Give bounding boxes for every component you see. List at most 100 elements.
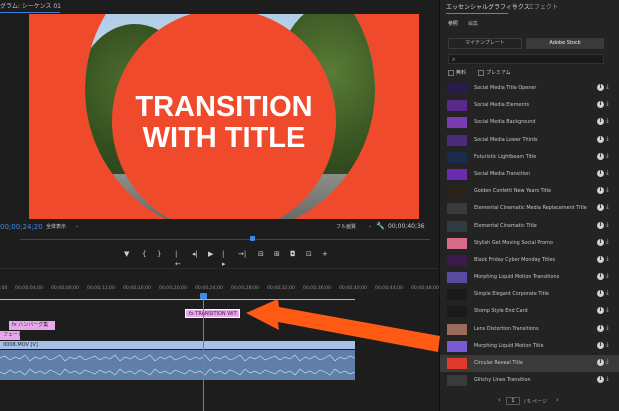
mark-out-icon[interactable]: } <box>157 249 161 259</box>
download-icon[interactable]: ⤓ <box>606 221 609 229</box>
info-icon[interactable]: i <box>597 221 604 229</box>
add-marker-icon[interactable]: ▼ <box>124 249 129 259</box>
template-list-item[interactable]: Circular Reveal Title i ⤓ <box>440 355 619 373</box>
download-icon[interactable]: ⤓ <box>606 306 609 314</box>
chevron-down-icon[interactable]: ⌄ <box>368 223 372 229</box>
info-icon[interactable]: i <box>597 169 604 177</box>
tab-browse[interactable]: 参照 <box>448 20 458 27</box>
download-icon[interactable]: ⤓ <box>606 375 609 383</box>
download-icon[interactable]: ⤓ <box>606 272 609 280</box>
template-list-item[interactable]: Black Friday Cyber Monday Titles i ⤓ <box>440 252 619 269</box>
zoom-fit-select[interactable]: 全体表示 <box>46 223 66 230</box>
template-thumbnail[interactable] <box>447 203 467 215</box>
info-icon[interactable]: i <box>597 273 604 281</box>
download-icon[interactable]: ⤓ <box>606 117 609 125</box>
template-thumbnail[interactable] <box>447 272 467 284</box>
premium-filter-checkbox[interactable]: プレミアム <box>478 69 511 76</box>
template-thumbnail[interactable] <box>447 186 467 198</box>
template-list-item[interactable]: Social Media Title Opener i ⤓ <box>440 80 619 97</box>
step-back-icon[interactable]: ◂| <box>192 249 198 259</box>
go-to-out-icon[interactable]: →| <box>238 249 246 259</box>
download-icon[interactable]: ⤓ <box>606 341 609 349</box>
timeline-playhead[interactable] <box>200 293 207 299</box>
template-thumbnail[interactable] <box>447 340 467 352</box>
tab-edit[interactable]: 編集 <box>468 20 478 27</box>
download-icon[interactable]: ⤓ <box>606 324 609 332</box>
go-to-in-icon[interactable]: |← <box>175 249 181 269</box>
adobe-stock-button[interactable]: Adobe Stock <box>526 38 604 49</box>
lift-icon[interactable]: ⊟ <box>258 249 264 259</box>
current-timecode[interactable]: 00;00;24;20 <box>0 223 43 231</box>
download-icon[interactable]: ⤓ <box>606 358 609 366</box>
download-icon[interactable]: ⤓ <box>606 83 609 91</box>
template-list-item[interactable]: Lens Distortion Transitions i ⤓ <box>440 321 619 338</box>
page-number-input[interactable]: 1 <box>506 397 520 405</box>
template-list-item[interactable]: Morphing Liquid Motion Title i ⤓ <box>440 338 619 355</box>
template-list-item[interactable]: Stylish Get Moving Social Promo i ⤓ <box>440 235 619 252</box>
template-thumbnail[interactable] <box>447 220 467 232</box>
template-list-item[interactable]: Golden Confetti New Years Title i ⤓ <box>440 183 619 200</box>
info-icon[interactable]: i <box>597 255 604 263</box>
graphic-clip-small[interactable]: フェードン <box>0 331 20 340</box>
download-icon[interactable]: ⤓ <box>606 203 609 211</box>
template-thumbnail[interactable] <box>447 83 467 94</box>
previous-page-icon[interactable]: ‹ <box>498 396 501 404</box>
graphic-clip-hamburg[interactable]: fx ハンバーグ集 <box>9 321 55 330</box>
template-thumbnail[interactable] <box>447 151 467 163</box>
download-icon[interactable]: ⤓ <box>606 169 609 177</box>
timeline-ruler[interactable]: ;00 00;00;04;00 00;00;08;00 00;00;12;00 … <box>0 283 439 295</box>
template-thumbnail[interactable] <box>447 254 467 266</box>
template-thumbnail[interactable] <box>447 237 467 249</box>
download-icon[interactable]: ⤓ <box>606 100 609 108</box>
template-list-item[interactable]: Elemental Cinematic Media Replacement Ti… <box>440 200 619 217</box>
info-icon[interactable]: i <box>597 238 604 246</box>
template-list-item[interactable]: Futuristic Lightbeam Title i ⤓ <box>440 149 619 166</box>
template-list-item[interactable]: Social Media Background i ⤓ <box>440 114 619 131</box>
template-thumbnail[interactable] <box>447 323 467 335</box>
template-thumbnail[interactable] <box>447 289 467 301</box>
program-scrubber[interactable] <box>0 236 437 242</box>
template-list-item[interactable]: Social Media Lower Thirds i ⤓ <box>440 132 619 149</box>
program-monitor-title[interactable]: グラム: シーケンス 01 <box>0 1 61 10</box>
info-icon[interactable]: i <box>597 135 604 143</box>
panel-menu-icon[interactable]: ≡ <box>512 2 517 9</box>
free-filter-checkbox[interactable]: 無料 <box>448 69 466 76</box>
next-page-icon[interactable]: › <box>556 396 559 404</box>
essential-graphics-tab[interactable]: エッセンシャルグラフィックス <box>446 2 530 11</box>
info-icon[interactable]: i <box>597 341 604 349</box>
template-list-item[interactable]: Morphing Liquid Motion Transitions i ⤓ <box>440 269 619 286</box>
download-icon[interactable]: ⤓ <box>606 135 609 143</box>
template-thumbnail[interactable] <box>447 375 467 387</box>
template-list-item[interactable]: Stomp Style End Card i ⤓ <box>440 303 619 320</box>
template-thumbnail[interactable] <box>447 168 467 180</box>
template-list-item[interactable]: Social Media Elements i ⤓ <box>440 97 619 114</box>
effects-tab[interactable]: エフェクト <box>528 2 558 11</box>
playback-quality-select[interactable]: フル画質 <box>336 223 356 230</box>
graphic-clip-transition-title[interactable]: fx TRANSITION WIT <box>185 309 240 318</box>
extract-icon[interactable]: ⊞ <box>274 249 280 259</box>
download-icon[interactable]: ⤓ <box>606 289 609 297</box>
step-forward-icon[interactable]: |▸ <box>222 249 226 269</box>
template-list-item[interactable]: Glitchy Lines Transition i ⤓ <box>440 372 619 389</box>
timeline-playhead-line[interactable] <box>203 294 204 411</box>
info-icon[interactable]: i <box>597 324 604 332</box>
wrench-icon[interactable]: 🔧 <box>376 222 385 230</box>
info-icon[interactable]: i <box>597 204 604 212</box>
info-icon[interactable]: i <box>597 84 604 91</box>
comparison-view-icon[interactable]: ⊡ <box>306 249 312 259</box>
video-clip[interactable]: 0008.MOV [V] <box>0 341 355 349</box>
info-icon[interactable]: i <box>597 152 604 160</box>
info-icon[interactable]: i <box>597 359 604 366</box>
template-thumbnail[interactable] <box>447 117 467 129</box>
template-list-item[interactable]: Social Media Transition i ⤓ <box>440 166 619 183</box>
scrubber-playhead[interactable] <box>250 236 255 241</box>
export-frame-icon[interactable]: ◘ <box>290 249 296 259</box>
audio-clip[interactable] <box>0 350 355 380</box>
info-icon[interactable]: i <box>597 376 604 384</box>
template-list-item[interactable]: Elemental Cinematic Title i ⤓ <box>440 218 619 235</box>
template-thumbnail[interactable] <box>447 100 467 112</box>
download-icon[interactable]: ⤓ <box>606 186 609 194</box>
chevron-down-icon[interactable]: ⌄ <box>75 223 79 229</box>
program-video-frame[interactable]: TRANSITION WITH TITLE <box>29 14 419 219</box>
info-icon[interactable]: i <box>597 187 604 195</box>
